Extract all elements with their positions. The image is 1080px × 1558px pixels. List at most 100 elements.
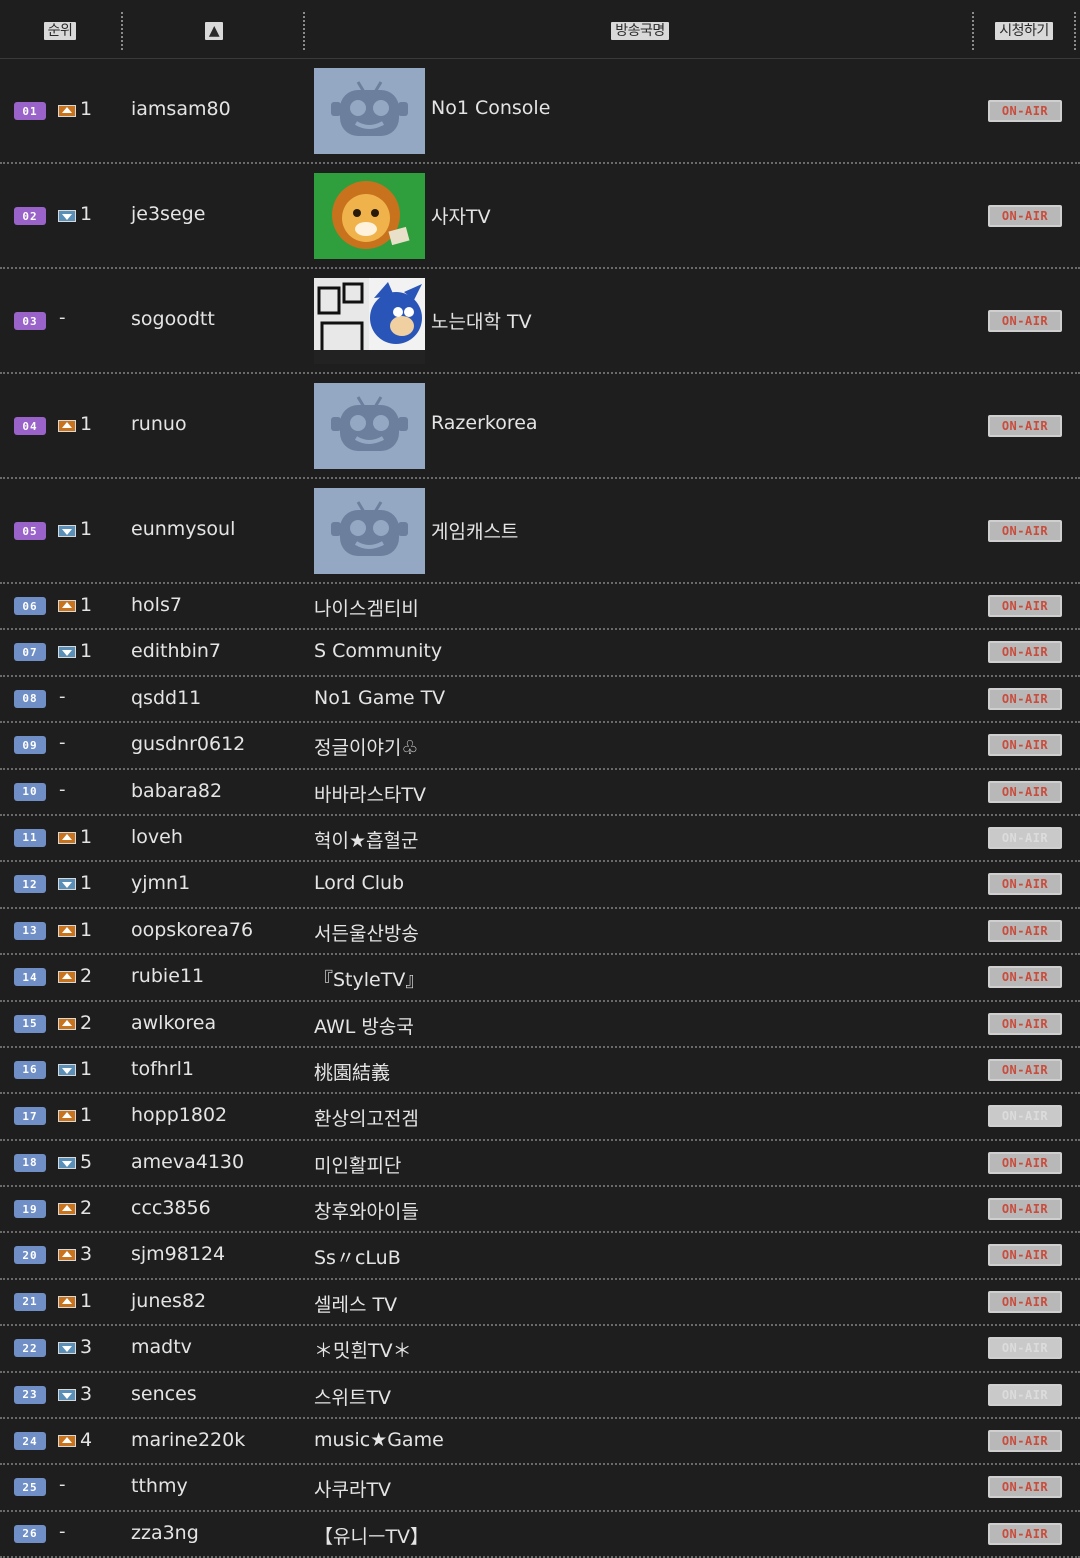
on-air-button[interactable]: ON-AIR <box>988 1198 1062 1221</box>
on-air-button[interactable]: ON-AIR <box>988 1105 1062 1128</box>
channel-thumbnail[interactable] <box>314 278 425 364</box>
station-name-link[interactable]: 서든울산방송 <box>314 919 419 946</box>
on-air-button[interactable]: ON-AIR <box>988 1058 1062 1081</box>
user-id: je3sege <box>131 203 206 225</box>
station-name-link[interactable]: 정글이야기♧ <box>314 733 418 760</box>
on-air-button[interactable]: ON-AIR <box>988 1151 1062 1174</box>
rank-badge: 11 <box>14 828 46 847</box>
station-name-link[interactable]: 스위트TV <box>314 1383 391 1410</box>
user-id: eunmysoul <box>131 518 236 540</box>
up-arrow-icon <box>58 1249 76 1262</box>
header-divider <box>303 12 305 50</box>
station-name-link[interactable]: Razerkorea <box>431 412 538 434</box>
table-row: 13 1 oopskorea76 서든울산방송 ON-AIR <box>0 909 1080 956</box>
rank-change: 1 <box>80 1289 93 1312</box>
down-arrow-icon <box>58 646 76 659</box>
station-name-link[interactable]: 혁이★흡혈군 <box>314 826 418 853</box>
tv-placeholder-thumbnail[interactable] <box>314 488 425 574</box>
station-name-link[interactable]: 미인활피단 <box>314 1151 401 1178</box>
tv-placeholder-thumbnail[interactable] <box>314 383 425 469</box>
on-air-button[interactable]: ON-AIR <box>988 520 1062 542</box>
rank-header-label: 순위 <box>43 22 77 40</box>
rank-badge: 12 <box>14 875 46 894</box>
on-air-button[interactable]: ON-AIR <box>988 595 1062 617</box>
station-name-link[interactable]: No1 Console <box>431 97 550 119</box>
rank-badge: 19 <box>14 1200 46 1219</box>
on-air-button[interactable]: ON-AIR <box>988 1244 1062 1267</box>
down-arrow-icon <box>58 1388 76 1401</box>
on-air-button[interactable]: ON-AIR <box>988 1476 1062 1499</box>
rank-badge: 05 <box>14 522 46 540</box>
rank-change: 2 <box>80 965 93 988</box>
station-name-link[interactable]: 셀레스 TV <box>314 1290 397 1317</box>
rank-change: 5 <box>80 1150 93 1173</box>
rank-badge: 08 <box>14 689 46 708</box>
station-name-link[interactable]: 桃園結義 <box>314 1058 390 1085</box>
up-arrow-icon <box>58 420 76 432</box>
on-air-button[interactable]: ON-AIR <box>988 966 1062 989</box>
station-name-link[interactable]: Ss〃cLuB <box>314 1243 401 1270</box>
station-name-link[interactable]: 사쿠라TV <box>314 1475 391 1502</box>
table-row: 08- qsdd11 No1 Game TV ON-AIR <box>0 677 1080 724</box>
rank-badge: 26 <box>14 1524 46 1543</box>
station-name-link[interactable]: 사자TV <box>431 202 491 229</box>
on-air-button[interactable]: ON-AIR <box>988 1337 1062 1360</box>
rank-change: - <box>59 685 66 707</box>
on-air-button[interactable]: ON-AIR <box>988 1522 1062 1545</box>
on-air-button[interactable]: ON-AIR <box>988 415 1062 437</box>
up-arrow-icon <box>58 1017 76 1030</box>
on-air-button[interactable]: ON-AIR <box>988 734 1062 757</box>
on-air-button[interactable]: ON-AIR <box>988 205 1062 227</box>
station-name-link[interactable]: 게임캐스트 <box>431 517 518 544</box>
on-air-button[interactable]: ON-AIR <box>988 780 1062 803</box>
table-header: 순위 ▲ 방송국명 시청하기 <box>0 0 1080 59</box>
down-arrow-icon <box>58 1156 76 1169</box>
rank-badge: 01 <box>14 102 46 120</box>
on-air-button[interactable]: ON-AIR <box>988 641 1062 664</box>
rank-badge: 16 <box>14 1060 46 1079</box>
table-row: 06 1 hols7 나이스겜티비 ON-AIR <box>0 584 1080 631</box>
channel-thumbnail[interactable] <box>314 173 425 259</box>
station-name-link[interactable]: AWL 방송국 <box>314 1012 414 1039</box>
on-air-button[interactable]: ON-AIR <box>988 687 1062 710</box>
table-row: 12 1 yjmn1 Lord Club ON-AIR <box>0 862 1080 909</box>
station-name-link[interactable]: music★Game <box>314 1429 444 1451</box>
rank-badge: 02 <box>14 207 46 225</box>
table-row: 01 1 iamsam80 No1 Console ON-AIR <box>0 59 1080 164</box>
user-id: yjmn1 <box>131 872 191 895</box>
on-air-button[interactable]: ON-AIR <box>988 100 1062 122</box>
rank-change: 1 <box>80 872 93 895</box>
on-air-button[interactable]: ON-AIR <box>988 1383 1062 1406</box>
on-air-button[interactable]: ON-AIR <box>988 1290 1062 1313</box>
on-air-button[interactable]: ON-AIR <box>988 1430 1062 1453</box>
on-air-button[interactable]: ON-AIR <box>988 919 1062 942</box>
on-air-button[interactable]: ON-AIR <box>988 873 1062 896</box>
station-name-link[interactable]: S Community <box>314 640 442 662</box>
on-air-button[interactable]: ON-AIR <box>988 1012 1062 1035</box>
station-name-link[interactable]: 나이스겜티비 <box>314 594 419 621</box>
station-name-link[interactable]: 창후와아이들 <box>314 1197 419 1224</box>
table-row: 24 4 marine220k music★Game ON-AIR <box>0 1419 1080 1466</box>
watch-header: 시청하기 <box>984 20 1064 42</box>
station-name-link[interactable]: ＊밋흰TV＊ <box>314 1336 412 1363</box>
rank-badge: 13 <box>14 921 46 940</box>
rank-badge: 03 <box>14 312 46 330</box>
up-arrow-icon <box>58 1203 76 1216</box>
rank-change: 4 <box>80 1429 93 1452</box>
watch-header-label: 시청하기 <box>995 22 1053 40</box>
station-name-link[interactable]: 환상의고전겜 <box>314 1104 419 1131</box>
on-air-button[interactable]: ON-AIR <box>988 826 1062 849</box>
station-name-link[interactable]: 바바라스타TV <box>314 780 426 807</box>
station-name-link[interactable]: Lord Club <box>314 872 404 894</box>
rank-change: 1 <box>80 518 93 540</box>
table-row: 07 1 edithbin7 S Community ON-AIR <box>0 630 1080 677</box>
station-name-link[interactable]: 【유니ㅡTV】 <box>314 1522 429 1549</box>
tv-placeholder-thumbnail[interactable] <box>314 68 425 154</box>
station-name-link[interactable]: 노는대학 TV <box>431 307 532 334</box>
on-air-button[interactable]: ON-AIR <box>988 310 1062 332</box>
down-arrow-icon <box>58 525 76 537</box>
table-row: 19 2 ccc3856 창후와아이들 ON-AIR <box>0 1187 1080 1234</box>
station-name-link[interactable]: 『StyleTV』 <box>314 965 424 992</box>
user-id: awlkorea <box>131 1011 217 1034</box>
station-name-link[interactable]: No1 Game TV <box>314 687 445 709</box>
